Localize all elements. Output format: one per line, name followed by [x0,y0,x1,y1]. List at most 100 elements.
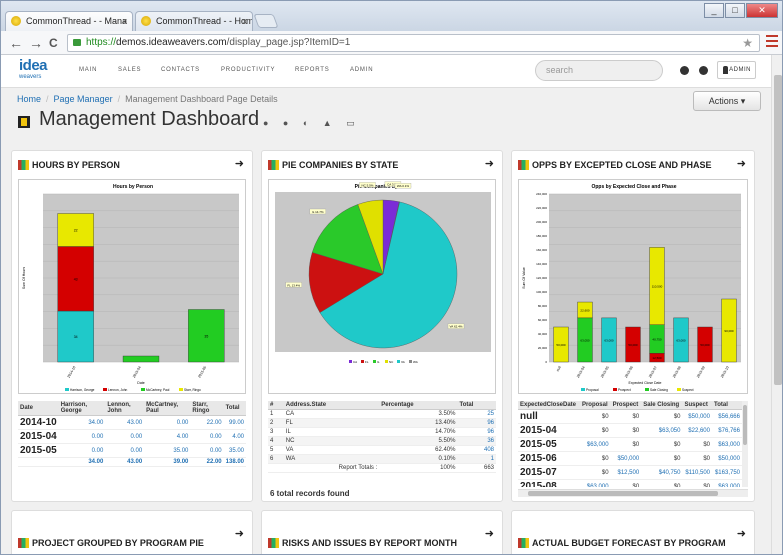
nav-contacts[interactable]: CONTACTS [161,67,200,73]
table-cell[interactable]: 34.00 [58,415,106,430]
table-cell[interactable]: $40,750 [641,465,683,480]
expand-arrow-icon[interactable]: ➜ [485,527,494,540]
close-window-button[interactable]: ✕ [746,3,778,18]
column-header[interactable]: Date [18,401,59,416]
breadcrumb-page-manager[interactable]: Page Manager [54,94,113,104]
x-tick-label: 2015-05 [600,365,610,378]
table-cell[interactable]: $56,666 [712,409,742,424]
table-cell[interactable]: $50,000 [610,451,642,466]
y-tick-label: 100,000 [536,290,547,294]
table-cell[interactable]: $63,050 [641,423,683,438]
table-cell[interactable]: 4.00 [144,429,191,444]
table-cell[interactable]: 43.00 [105,415,145,430]
forward-button[interactable]: → [29,35,43,51]
table-cell[interactable]: $163,750 [712,465,742,480]
opps-table: ExpectedCloseDate Proposal Prospect Sale Cl… [518,401,742,487]
column-header[interactable]: Proposal [579,401,611,410]
tab-management[interactable]: CommonThread - - Mana x [5,11,133,31]
x-tick-label: 2014-10 [67,365,77,378]
table-cell[interactable]: 22.00 [190,415,224,430]
title-toolbar-icons[interactable]: ● ● ◐ ▲ ▭ [263,118,361,129]
actions-dropdown[interactable]: Actions ▾ [693,91,761,111]
table-cell[interactable]: $22,600 [682,423,712,438]
table-cell: 0.00 [58,429,106,444]
page-scrollbar[interactable] [771,55,782,554]
table-cell[interactable]: 408 [457,445,496,455]
table-cell[interactable]: $50,000 [682,409,712,424]
table-cell[interactable]: $12,500 [610,465,642,480]
table-cell[interactable]: 36 [457,436,496,446]
legend-label: WA [413,360,418,364]
column-header[interactable]: Percentage [379,401,458,410]
total-cell: 34.00 [58,457,106,467]
user-menu-button[interactable]: ADMIN [717,61,756,79]
opps-table-hscrollbar[interactable] [518,489,748,497]
table-cell[interactable]: 35.00 [223,443,246,458]
ideaweavers-logo[interactable]: idea weavers [19,58,53,83]
opps-table-scrollbar[interactable] [742,401,748,487]
table-cell: 5.50% [379,436,458,446]
legend-label: VA [401,360,405,364]
table-cell[interactable]: 1 [457,454,496,464]
browser-menu-icon[interactable] [766,35,778,49]
records-found: 6 total records found [270,489,350,498]
column-header[interactable]: Prospect [610,401,642,410]
address-bar[interactable]: https://demos.ideaweavers.com/display_pa… [67,34,760,52]
column-header[interactable]: Harrison, George [58,401,106,416]
expand-arrow-icon[interactable]: ➜ [737,157,746,170]
breadcrumb-home[interactable]: Home [17,94,41,104]
table-cell[interactable]: $63,000 [712,479,742,487]
column-header[interactable]: Address.State [283,401,380,410]
column-header[interactable]: Lennon, John [105,401,145,416]
nav-reports[interactable]: REPORTS [295,67,330,73]
x-tick-label: 2015-04 [132,365,142,378]
nav-admin[interactable]: ADMIN [350,67,373,73]
table-cell: $0 [579,409,611,424]
table-cell[interactable]: $76,766 [712,423,742,438]
bar-data-label: 63,000 [604,338,614,342]
close-tab-icon[interactable]: x [243,12,248,30]
minimize-button[interactable]: _ [704,3,724,18]
reload-button[interactable]: C [49,35,58,51]
column-header[interactable]: Total [457,401,496,410]
table-cell[interactable]: 4.00 [223,429,246,444]
expand-arrow-icon[interactable]: ➜ [235,527,244,540]
table-cell[interactable]: $63,000 [712,437,742,452]
column-header[interactable]: Starr, Ringo [190,401,224,416]
table-cell[interactable]: 96 [457,427,496,437]
table-cell[interactable]: 99.00 [223,415,246,430]
scrollbar-thumb[interactable] [774,75,782,385]
nav-main[interactable]: MAIN [79,67,97,73]
maximize-button[interactable]: □ [725,3,745,18]
table-cell: 5 [268,445,284,455]
tab-home[interactable]: CommonThread - - Hom x [135,11,253,31]
column-header[interactable]: Total [712,401,742,410]
back-button[interactable]: ← [9,35,23,51]
column-header[interactable]: McCartney, Paul [144,401,191,416]
table-cell[interactable]: $50,000 [712,451,742,466]
table-cell[interactable]: 25 [457,409,496,419]
expand-arrow-icon[interactable]: ➜ [485,157,494,170]
column-header[interactable]: Total [223,401,246,416]
table-cell[interactable]: $63,000 [579,437,611,452]
new-tab-button[interactable] [253,14,279,28]
close-tab-icon[interactable]: x [123,12,128,30]
nav-sales[interactable]: SALES [118,67,141,73]
table-cell[interactable]: 96 [457,418,496,428]
legend-swatch [179,388,183,391]
nav-productivity[interactable]: PRODUCTIVITY [221,67,275,73]
table-cell[interactable]: 35.00 [144,443,191,458]
expand-arrow-icon[interactable]: ➜ [737,527,746,540]
column-header[interactable]: # [268,401,284,410]
search-input[interactable]: search [535,60,663,81]
table-cell: 2014-10 [18,415,59,430]
column-header[interactable]: Sale Closing [641,401,683,410]
table-cell[interactable]: $63,000 [579,479,611,487]
table-cell[interactable]: $110,500 [682,465,712,480]
expand-arrow-icon[interactable]: ➜ [235,157,244,170]
column-header[interactable]: ExpectedCloseDate [518,401,580,410]
help-icon[interactable] [680,66,689,75]
column-header[interactable]: Suspect [682,401,712,410]
settings-icon[interactable] [699,66,708,75]
bookmark-star-icon[interactable]: ★ [742,35,753,51]
